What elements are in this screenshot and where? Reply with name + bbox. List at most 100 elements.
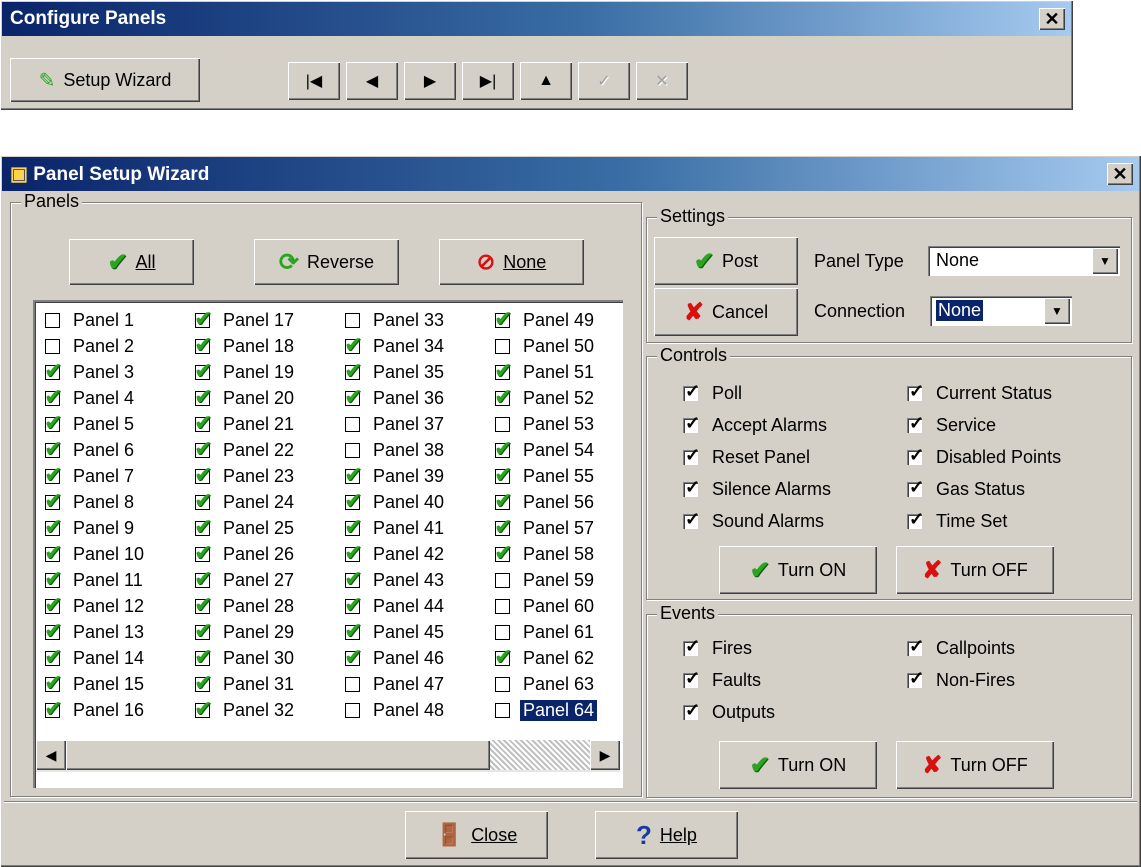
panel-list-item[interactable]: Panel 36 (337, 384, 447, 410)
panel-checkbox[interactable] (494, 384, 512, 410)
panel-checkbox[interactable] (494, 358, 512, 384)
checkbox[interactable] (907, 509, 924, 530)
checkbox[interactable] (907, 413, 924, 434)
panel-checkbox[interactable] (194, 540, 212, 566)
panel-list-item[interactable]: Panel 46 (337, 644, 447, 670)
panel-checkbox[interactable] (194, 670, 212, 696)
scroll-thumb[interactable] (66, 740, 490, 770)
panel-list-item[interactable]: Panel 1 (37, 308, 137, 332)
option-accept-alarms[interactable]: Accept Alarms (683, 413, 827, 436)
panel-checkbox[interactable] (495, 676, 510, 692)
chevron-down-icon[interactable]: ▼ (1092, 248, 1118, 274)
panel-list-item[interactable]: Panel 28 (187, 592, 297, 618)
panel-list-item[interactable]: Panel 30 (187, 644, 297, 670)
panel-list-item[interactable]: Panel 43 (337, 566, 447, 592)
panel-checkbox[interactable] (494, 488, 512, 514)
controls-turn-off-button[interactable]: ✘ Turn OFF (896, 546, 1054, 594)
panel-list-item[interactable]: Panel 4 (37, 384, 137, 410)
post-edit-button[interactable]: ✓ (578, 62, 630, 100)
configure-panels-titlebar[interactable]: Configure Panels ✕ (2, 2, 1071, 36)
checkbox[interactable] (907, 445, 924, 466)
panel-type-select[interactable]: None ▼ (928, 246, 1120, 276)
panel-checkbox[interactable] (194, 618, 212, 644)
panel-checkbox[interactable] (44, 696, 62, 722)
panel-checkbox[interactable] (344, 618, 362, 644)
option-disabled-points[interactable]: Disabled Points (907, 445, 1061, 468)
panel-list-item[interactable]: Panel 20 (187, 384, 297, 410)
panel-checkbox[interactable] (344, 332, 362, 358)
panel-list-item[interactable]: Panel 61 (487, 620, 597, 644)
checkbox[interactable] (683, 636, 700, 657)
panel-list-item[interactable]: Panel 9 (37, 514, 137, 540)
panel-checkbox[interactable] (344, 514, 362, 540)
panel-list-item[interactable]: Panel 40 (337, 488, 447, 514)
wizard-close-x-button[interactable]: ✕ (1107, 163, 1133, 185)
panel-list-item[interactable]: Panel 58 (487, 540, 597, 566)
last-record-button[interactable]: ▶| (462, 62, 514, 100)
panel-list-item[interactable]: Panel 29 (187, 618, 297, 644)
controls-turn-on-button[interactable]: ✔ Turn ON (719, 546, 877, 594)
select-all-button[interactable]: ✔ All (69, 239, 194, 285)
panel-checkbox[interactable] (194, 514, 212, 540)
panel-checkbox[interactable] (44, 540, 62, 566)
panel-list-item[interactable]: Panel 22 (187, 436, 297, 462)
checkbox[interactable] (683, 668, 700, 689)
panel-checkbox[interactable] (494, 644, 512, 670)
configure-close-button[interactable]: ✕ (1039, 8, 1065, 30)
panel-list-item[interactable]: Panel 54 (487, 436, 597, 462)
setup-wizard-button[interactable]: ✎ Setup Wizard (10, 58, 200, 102)
panel-checkbox[interactable] (44, 644, 62, 670)
panel-checkbox[interactable] (495, 416, 510, 432)
panel-checkbox[interactable] (495, 572, 510, 588)
panel-list-item[interactable]: Panel 41 (337, 514, 447, 540)
wizard-titlebar[interactable]: ▣ Panel Setup Wizard ✕ (2, 157, 1139, 191)
panel-checkbox[interactable] (194, 358, 212, 384)
panel-list-item[interactable]: Panel 50 (487, 334, 597, 358)
panel-checkbox[interactable] (495, 598, 510, 614)
panel-checkbox[interactable] (344, 644, 362, 670)
panel-list-item[interactable]: Panel 59 (487, 568, 597, 592)
panel-list-item[interactable]: Panel 64 (487, 698, 599, 722)
panel-list-item[interactable]: Panel 51 (487, 358, 597, 384)
reverse-selection-button[interactable]: ⟳ Reverse (254, 239, 399, 285)
panel-list-hscrollbar[interactable]: ◀ ▶ (36, 740, 620, 772)
panel-list-item[interactable]: Panel 63 (487, 672, 597, 696)
prior-record-button[interactable]: ◀ (346, 62, 398, 100)
close-button[interactable]: 🚪 Close (405, 811, 548, 859)
events-turn-off-button[interactable]: ✘ Turn OFF (896, 741, 1054, 789)
checkbox[interactable] (907, 636, 924, 657)
panel-checkbox[interactable] (44, 410, 62, 436)
panel-list-item[interactable]: Panel 32 (187, 696, 297, 722)
panel-list-item[interactable]: Panel 52 (487, 384, 597, 410)
option-callpoints[interactable]: Callpoints (907, 636, 1015, 659)
panel-list-item[interactable]: Panel 13 (37, 618, 147, 644)
panel-list-item[interactable]: Panel 27 (187, 566, 297, 592)
panel-list-item[interactable]: Panel 18 (187, 332, 297, 358)
panel-list-item[interactable]: Panel 3 (37, 358, 137, 384)
panel-checkbox[interactable] (495, 624, 510, 640)
help-button[interactable]: ? Help (595, 811, 738, 859)
panel-checkbox[interactable] (194, 644, 212, 670)
insert-record-button[interactable]: ▲ (520, 62, 572, 100)
panel-list-item[interactable]: Panel 17 (187, 306, 297, 332)
panel-checkbox[interactable] (194, 410, 212, 436)
option-gas-status[interactable]: Gas Status (907, 477, 1025, 500)
checkbox[interactable] (683, 509, 700, 530)
panel-checkbox[interactable] (345, 676, 360, 692)
panel-list-item[interactable]: Panel 26 (187, 540, 297, 566)
panel-checkbox[interactable] (194, 592, 212, 618)
panel-checkbox[interactable] (344, 566, 362, 592)
option-time-set[interactable]: Time Set (907, 509, 1007, 532)
panel-checkbox[interactable] (194, 306, 212, 332)
next-record-button[interactable]: ▶ (404, 62, 456, 100)
panel-list-item[interactable]: Panel 55 (487, 462, 597, 488)
panel-checkbox[interactable] (344, 358, 362, 384)
panel-checkbox[interactable] (344, 540, 362, 566)
post-button[interactable]: ✔ Post (654, 237, 798, 285)
panel-list-item[interactable]: Panel 37 (337, 412, 447, 436)
panel-checkbox[interactable] (494, 306, 512, 332)
checkbox[interactable] (683, 700, 700, 721)
option-faults[interactable]: Faults (683, 668, 761, 691)
scroll-left-button[interactable]: ◀ (36, 740, 66, 770)
panel-checkbox[interactable] (494, 540, 512, 566)
